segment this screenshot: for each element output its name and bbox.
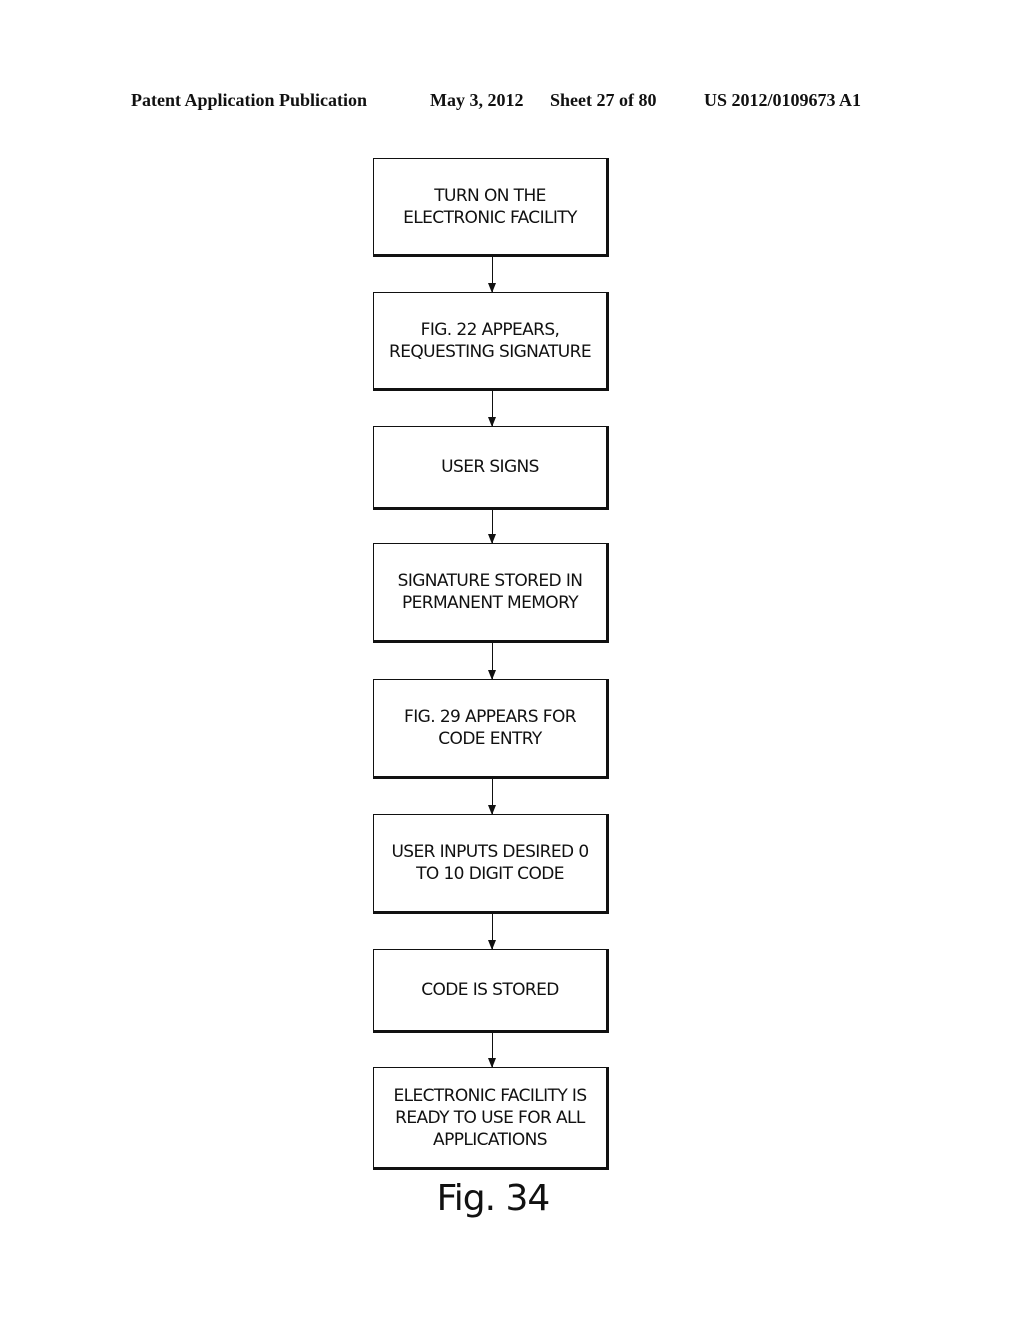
flow-step-text: FIG. 29 APPEARS FOR CODE ENTRY — [404, 707, 576, 749]
figure-label: Fig. 34 — [436, 1178, 551, 1219]
flow-step-text: TURN ON THE ELECTRONIC FACILITY — [403, 185, 577, 228]
flow-step-5: FIG. 29 APPEARS FOR CODE ENTRY — [373, 679, 609, 779]
flow-arrow — [488, 1033, 496, 1068]
flow-step-4: SIGNATURE STORED IN PERMANENT MEMORY — [373, 543, 609, 643]
flow-step-6: USER INPUTS DESIRED 0 TO 10 DIGIT CODE — [373, 814, 609, 914]
flow-arrow — [488, 643, 496, 680]
flow-step-7: CODE IS STORED — [373, 949, 609, 1033]
flow-step-text: USER INPUTS DESIRED 0 TO 10 DIGIT CODE — [391, 842, 589, 884]
flow-arrow — [488, 914, 496, 950]
flow-step-text: FIG. 22 APPEARS, REQUESTING SIGNATURE — [389, 319, 592, 362]
flow-step-text: ELECTRONIC FACILITY IS READY TO USE FOR … — [393, 1085, 587, 1150]
flow-arrow — [488, 257, 496, 293]
flow-step-8: ELECTRONIC FACILITY IS READY TO USE FOR … — [373, 1067, 609, 1170]
flow-step-1: TURN ON THE ELECTRONIC FACILITY — [373, 158, 609, 257]
header-pub-number: US 2012/0109673 A1 — [704, 90, 862, 110]
header-date: May 3, 2012 — [430, 90, 524, 110]
flow-arrow — [488, 510, 496, 544]
flow-arrow — [488, 391, 496, 427]
flow-arrow — [488, 779, 496, 815]
flow-step-text: SIGNATURE STORED IN PERMANENT MEMORY — [397, 571, 583, 613]
flow-step-text: CODE IS STORED — [421, 980, 559, 1000]
flow-step-2: FIG. 22 APPEARS, REQUESTING SIGNATURE — [373, 292, 609, 391]
header-sheet: Sheet 27 of 80 — [550, 90, 657, 110]
flow-step-text: USER SIGNS — [441, 457, 539, 477]
flow-step-3: USER SIGNS — [373, 426, 609, 510]
header-publication-label: Patent Application Publication — [131, 90, 368, 110]
